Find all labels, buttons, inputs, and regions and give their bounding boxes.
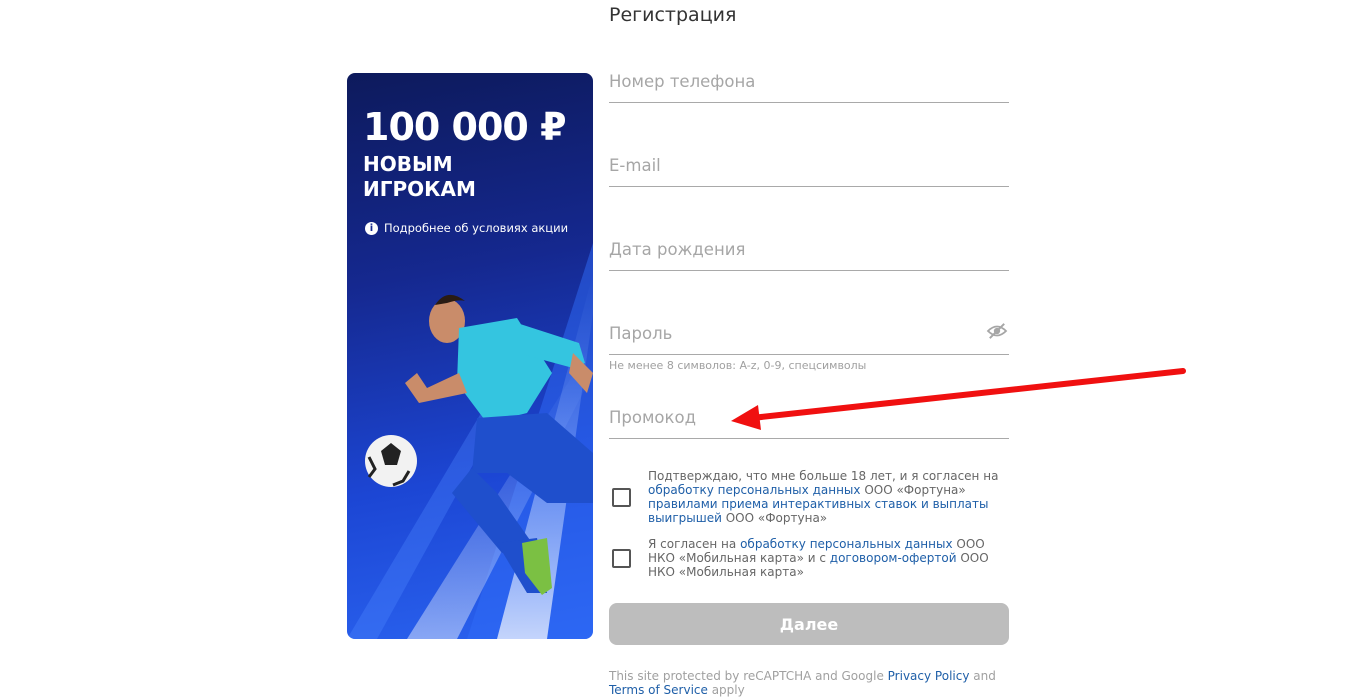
consent1-text-a: Подтверждаю, что мне больше 18 лет, и я … (648, 469, 999, 483)
consent-wallet-checkbox[interactable] (612, 549, 631, 568)
next-button[interactable]: Далее (609, 603, 1009, 645)
personal-data-link[interactable]: обработку персональных данных (648, 483, 861, 497)
birthdate-field (609, 234, 1009, 271)
eye-slash-icon[interactable] (986, 322, 1008, 340)
promo-banner[interactable]: 100 000 ₽ НОВЫМ ИГРОКАМ i Подробнее об у… (347, 73, 593, 639)
promo-code-input[interactable] (609, 402, 969, 432)
wallet-personal-data-link[interactable]: обработку персональных данных (740, 537, 953, 551)
password-hint: Не менее 8 символов: A-z, 0-9, спецсимво… (609, 359, 867, 372)
email-input[interactable] (609, 150, 969, 180)
consent2-text-a: Я согласен на (648, 537, 741, 551)
birthdate-input[interactable] (609, 234, 969, 264)
offer-agreement-link[interactable]: договором-офертой (830, 551, 957, 565)
password-field (609, 318, 1009, 355)
phone-field (609, 66, 1009, 103)
footer-text-c: apply (707, 683, 745, 697)
consent-age-text: Подтверждаю, что мне больше 18 лет, и я … (648, 469, 1010, 525)
terms-of-service-link[interactable]: Terms of Service (609, 683, 708, 697)
banner-subtitle-line1: НОВЫМ (363, 152, 453, 176)
consent-age-checkbox[interactable] (612, 488, 631, 507)
promo-terms-link[interactable]: i Подробнее об условиях акции (365, 221, 568, 235)
banner-subtitle-line2: ИГРОКАМ (363, 177, 476, 201)
consent-wallet-text: Я согласен на обработку персональных дан… (648, 537, 1010, 579)
info-icon: i (365, 221, 378, 235)
recaptcha-notice: This site protected by reCAPTCHA and Goo… (609, 669, 1009, 697)
consent1-text-c: ООО «Фортуна» (721, 511, 828, 525)
phone-input[interactable] (609, 66, 969, 96)
promo-code-field (609, 402, 1009, 439)
consent1-text-b: ООО «Фортуна» (860, 483, 966, 497)
privacy-policy-link[interactable]: Privacy Policy (888, 669, 970, 683)
password-input[interactable] (609, 318, 969, 348)
page-title: Регистрация (609, 4, 737, 26)
banner-amount: 100 000 ₽ (363, 105, 567, 149)
email-field (609, 150, 1009, 187)
promo-terms-label: Подробнее об условиях акции (384, 221, 569, 235)
banner-subtitle: НОВЫМ ИГРОКАМ (363, 152, 583, 202)
soccer-ball-illustration (365, 435, 417, 487)
footer-text-a: This site protected by reCAPTCHA and Goo… (609, 669, 888, 683)
footer-text-b: and (969, 669, 996, 683)
